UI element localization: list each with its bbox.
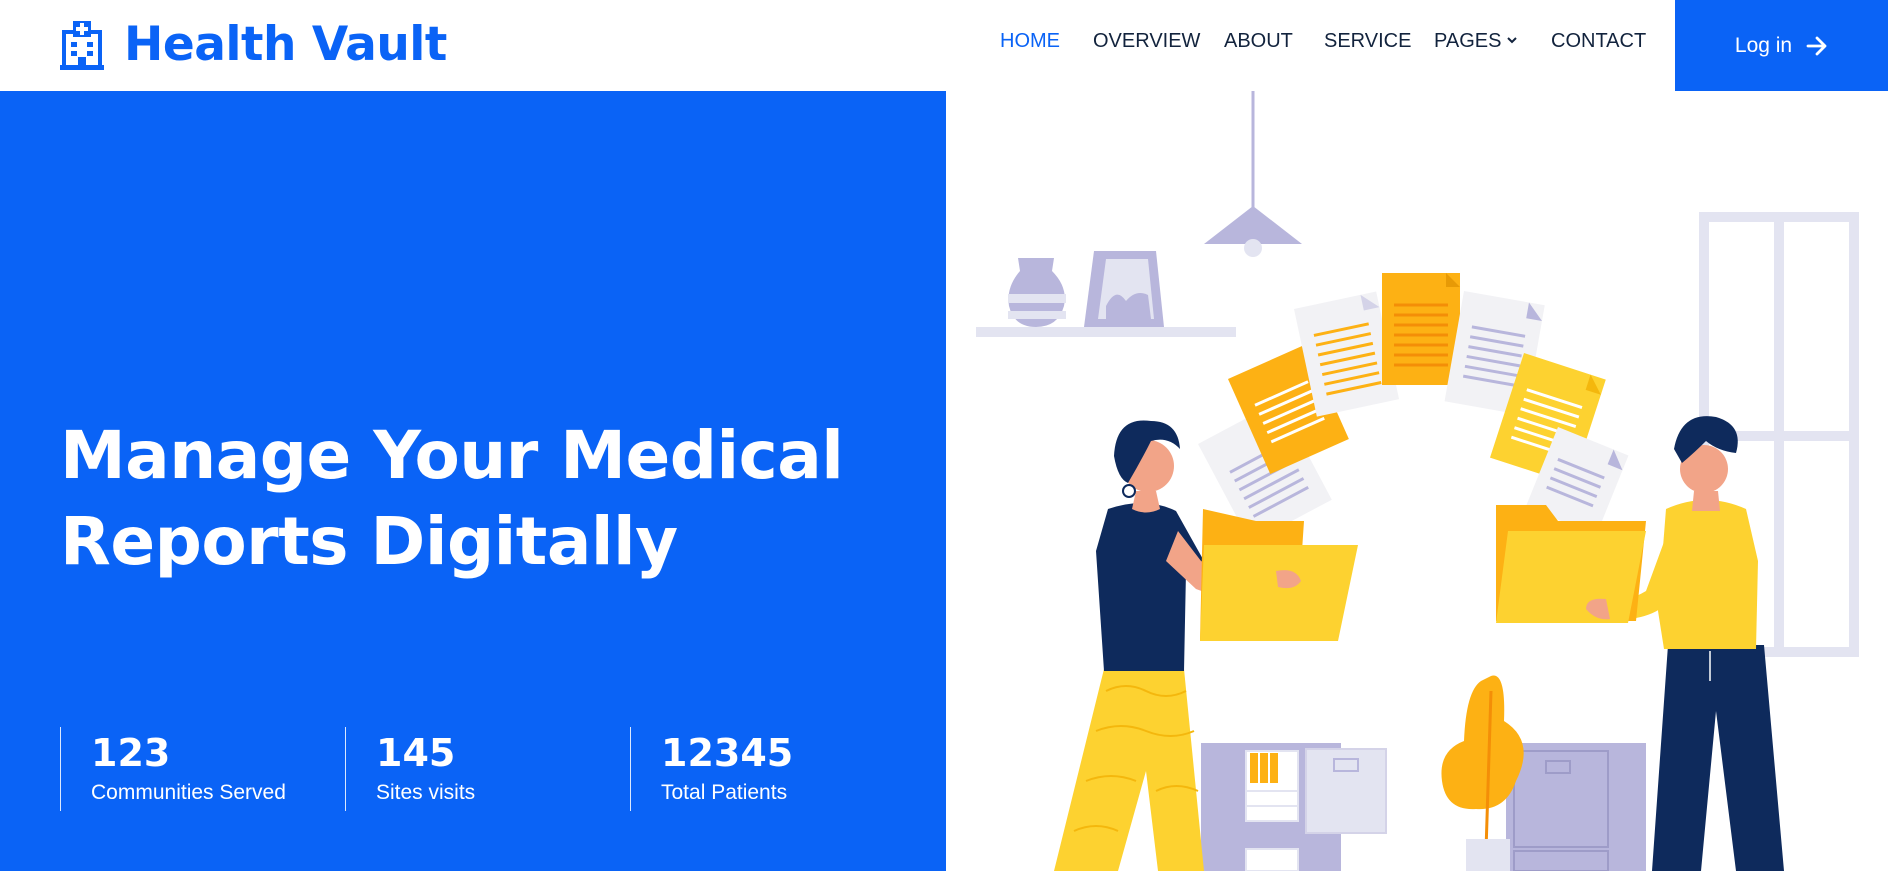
hero-illustration — [976, 91, 1859, 871]
arrow-right-icon — [1806, 36, 1827, 55]
nav-pages-label: PAGES — [1434, 30, 1502, 52]
hero-panel: Manage Your Medical Reports Digitally 12… — [0, 91, 946, 871]
hero-title-line2: Reports Digitally — [60, 503, 678, 580]
top-navbar: Health Vault HOME OVERVIEW ABOUT SERVICE… — [0, 0, 1888, 91]
nav-contact[interactable]: CONTACT — [1551, 30, 1646, 53]
stat-label: Sites visits — [376, 781, 476, 804]
stat-value: 12345 — [661, 731, 794, 775]
filing-cabinets — [1201, 743, 1646, 871]
login-button[interactable]: Log in — [1675, 0, 1888, 91]
nav-overview[interactable]: OVERVIEW — [1093, 30, 1200, 53]
stat-value: 145 — [376, 731, 456, 775]
main-nav: HOME OVERVIEW ABOUT SERVICE PAGES CONTAC… — [0, 30, 1675, 56]
chevron-down-icon — [1507, 37, 1518, 44]
nav-service[interactable]: SERVICE — [1324, 30, 1411, 53]
stat-communities: 123 Communities Served — [60, 727, 330, 811]
stat-label: Communities Served — [91, 781, 286, 804]
stat-site-visits: 145 Sites visits — [345, 727, 615, 811]
hero-title: Manage Your Medical Reports Digitally — [60, 413, 880, 585]
ceiling-lamp-graphic — [1204, 91, 1302, 257]
stat-total-patients: 12345 Total Patients — [630, 727, 900, 811]
stat-label: Total Patients — [661, 781, 788, 804]
stat-value: 123 — [91, 731, 171, 775]
floating-documents — [1198, 273, 1629, 543]
nav-home[interactable]: HOME — [1000, 30, 1060, 53]
nav-about[interactable]: ABOUT — [1224, 30, 1293, 53]
login-label: Log in — [1734, 33, 1793, 57]
shelf-graphic — [976, 251, 1236, 337]
nav-pages[interactable]: PAGES — [1434, 30, 1518, 53]
hero-title-line1: Manage Your Medical — [60, 417, 844, 494]
